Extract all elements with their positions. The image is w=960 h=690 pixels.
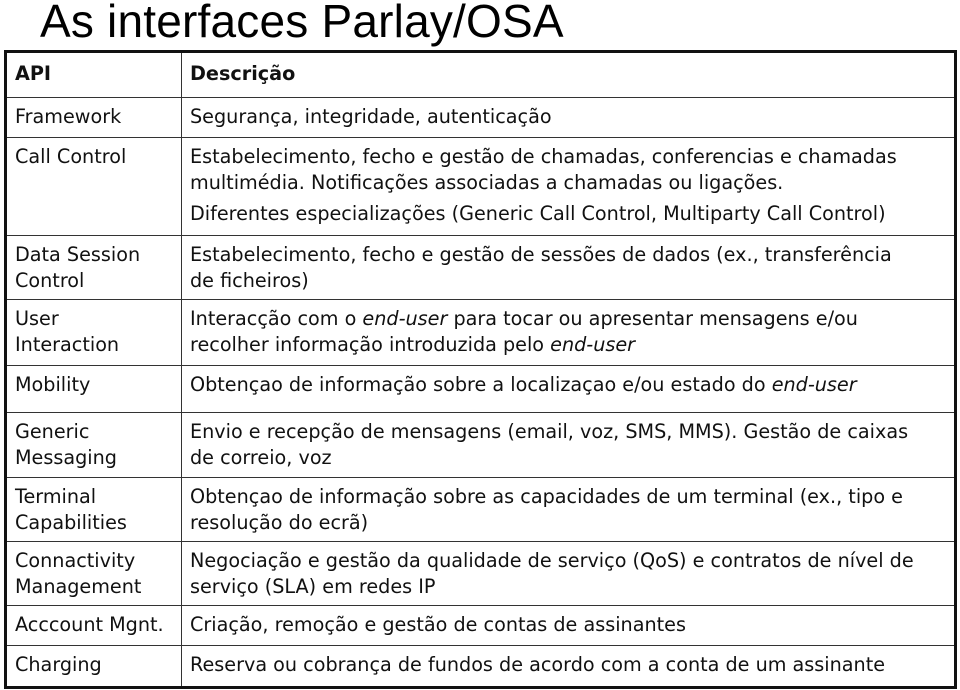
table-row: Mobility Obtençao de informação sobre a … — [5, 365, 956, 413]
description-line: multimédia. Notificações associadas a ch… — [190, 171, 784, 194]
description-cell: Estabelecimento, fecho e gestão de chama… — [181, 137, 956, 236]
api-line: Interaction — [15, 333, 120, 356]
table-header-row: API Descrição — [5, 51, 956, 98]
description-line: Estabelecimento, fecho e gestão de sessõ… — [190, 243, 892, 266]
description-cell: Segurança, integridade, autenticação — [181, 97, 956, 138]
api-line: Capabilities — [15, 511, 127, 534]
description-line: Obtençao de informação sobre as capacida… — [190, 485, 903, 508]
description-line: de ficheiros) — [190, 269, 309, 292]
table-row: Data Session Control Estabelecimento, fe… — [5, 235, 956, 300]
api-cell: Connactivity Management — [5, 541, 182, 606]
api-cell: Data Session Control — [5, 235, 182, 300]
description-cell: Estabelecimento, fecho e gestão de sessõ… — [181, 235, 956, 300]
api-line: Generic — [15, 420, 90, 443]
table-row: Connactivity Management Negociação e ges… — [5, 541, 956, 606]
description-cell: Envio e recepção de mensagens (email, vo… — [181, 412, 956, 478]
api-line: Data Session — [15, 243, 141, 266]
description-line: serviço (SLA) em redes IP — [190, 575, 436, 598]
header-description: Descrição — [181, 51, 956, 98]
emphasis-end-user: end-user — [550, 333, 636, 356]
header-api: API — [5, 51, 182, 98]
api-line: Terminal — [15, 485, 97, 508]
api-table: API Descrição Framework Segurança, integ… — [4, 50, 957, 689]
emphasis-end-user: end-user — [771, 373, 857, 396]
description-cell: Negociação e gestão da qualidade de serv… — [181, 541, 956, 606]
api-line: Messaging — [15, 446, 117, 469]
api-cell: Mobility — [5, 365, 182, 413]
description-cell: Obtençao de informação sobre a localizaç… — [181, 365, 956, 413]
table-row: User Interaction Interacção com o end-us… — [5, 299, 956, 366]
description-cell: Obtençao de informação sobre as capacida… — [181, 477, 956, 542]
description-line: Estabelecimento, fecho e gestão de chama… — [190, 145, 897, 168]
text: Interacção com o — [190, 307, 363, 330]
api-line: Management — [15, 575, 142, 598]
description-cell: Reserva ou cobrança de fundos de acordo … — [181, 645, 956, 688]
text: recolher informação introduzida pelo — [190, 333, 551, 356]
api-cell: Charging — [5, 645, 182, 688]
text: Obtençao de informação sobre a localizaç… — [190, 373, 772, 396]
description-line: Envio e recepção de mensagens (email, vo… — [190, 420, 909, 443]
description-line: Negociação e gestão da qualidade de serv… — [190, 549, 914, 572]
api-line: Control — [15, 269, 85, 292]
slide-title: As interfaces Parlay/OSA — [40, 0, 564, 47]
description-line: de correio, voz — [190, 446, 332, 469]
description-cell: Interacção com o end-user para tocar ou … — [181, 299, 956, 366]
description-line: Diferentes especializações (Generic Call… — [190, 202, 886, 225]
table-row: Acccount Mgnt. Criação, remoção e gestão… — [5, 605, 956, 646]
table-row: Terminal Capabilities Obtençao de inform… — [5, 477, 956, 542]
api-line: User — [15, 307, 59, 330]
text: para tocar ou apresentar mensagens e/ou — [447, 307, 858, 330]
table-row: Charging Reserva ou cobrança de fundos d… — [5, 645, 956, 688]
api-cell: Terminal Capabilities — [5, 477, 182, 542]
description-line: recolher informação introduzida pelo end… — [190, 332, 946, 358]
description-line: Interacção com o end-user para tocar ou … — [190, 306, 946, 332]
table-row: Call Control Estabelecimento, fecho e ge… — [5, 137, 956, 236]
description-cell: Criação, remoção e gestão de contas de a… — [181, 605, 956, 646]
api-cell: Call Control — [5, 137, 182, 236]
api-line: Connactivity — [15, 549, 136, 572]
description-line: resolução do ecrã) — [190, 511, 369, 534]
api-cell: Framework — [5, 97, 182, 138]
table-row: Framework Segurança, integridade, autent… — [5, 97, 956, 138]
emphasis-end-user: end-user — [362, 307, 448, 330]
table-row: Generic Messaging Envio e recepção de me… — [5, 412, 956, 478]
api-cell: Acccount Mgnt. — [5, 605, 182, 646]
api-cell: Generic Messaging — [5, 412, 182, 478]
api-cell: User Interaction — [5, 299, 182, 366]
